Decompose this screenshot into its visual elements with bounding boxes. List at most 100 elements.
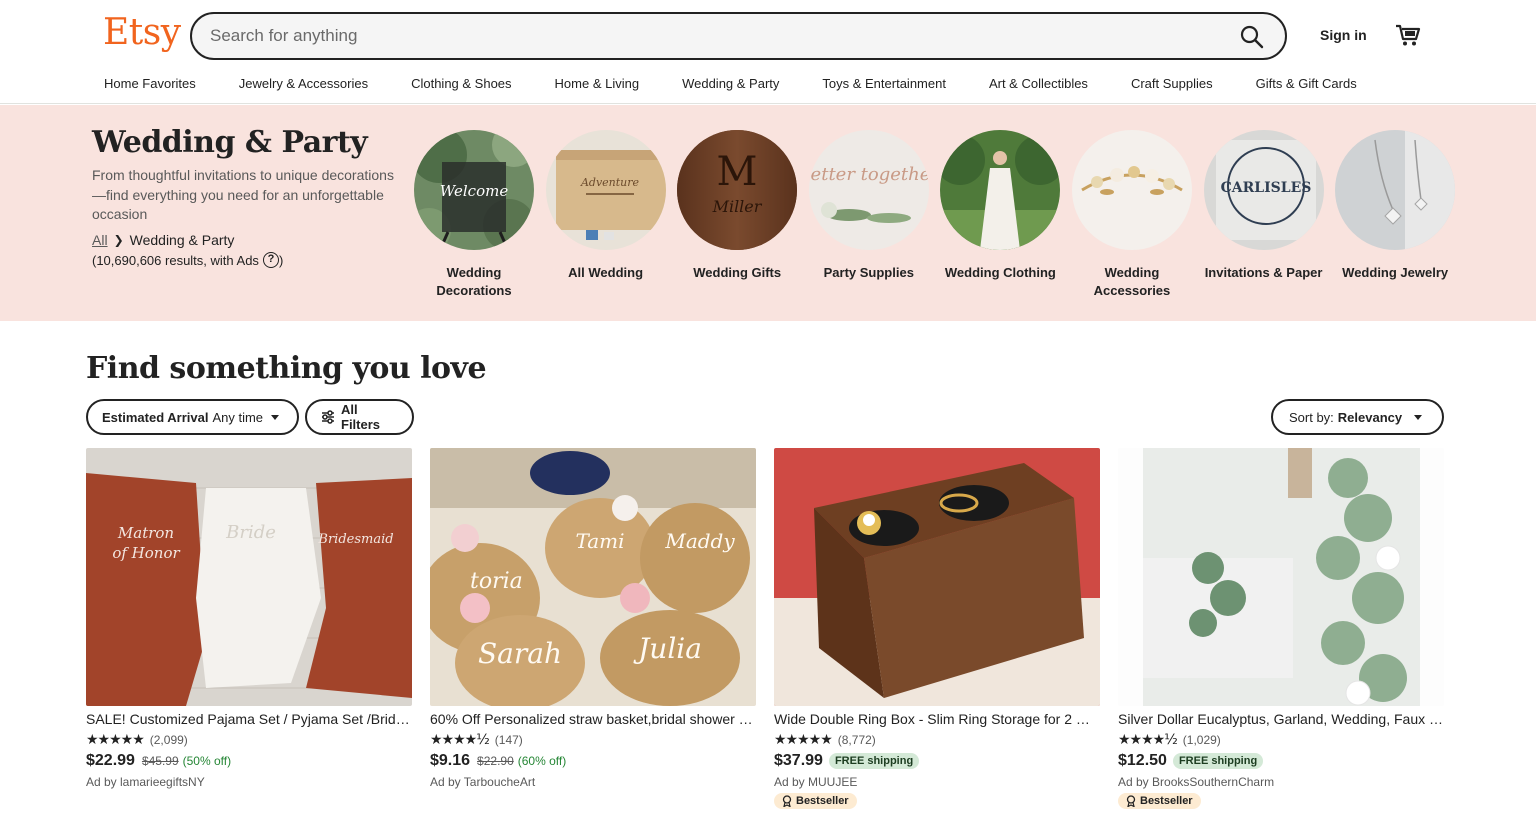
subcategory-wedding-accessories[interactable]: Wedding Accessories (1071, 130, 1192, 300)
filter-arrival-value: Any time (212, 409, 264, 425)
sign-in-link[interactable]: Sign in (1320, 27, 1367, 43)
subcategory-image: Adventure (545, 130, 666, 250)
seller-name: Ad by lamarieegiftsNY (86, 775, 205, 789)
sort-label: Sort by: (1289, 409, 1334, 425)
star-rating-icon: ★★★★½ (1118, 732, 1178, 748)
svg-text:Bridesmaid: Bridesmaid (317, 532, 393, 547)
subcategory-party-supplies[interactable]: better together Party Supplies (808, 130, 929, 300)
product-card[interactable]: Matron of Honor Bride Bridesmaid SALE! C… (86, 448, 412, 789)
review-count: (1,029) (1182, 733, 1221, 747)
product-card[interactable]: toria Tami Maddy Sarah Julia 60% Off Per… (430, 448, 756, 789)
sort-dropdown[interactable]: Sort by: Relevancy (1271, 399, 1444, 435)
subcategory-image (940, 130, 1061, 250)
search-input[interactable] (210, 14, 1210, 58)
cart-icon[interactable] (1394, 21, 1422, 49)
caret-down-icon (1414, 414, 1423, 420)
banner-description: From thoughtful invitations to unique de… (92, 167, 394, 222)
nav-gifts-gift-cards[interactable]: Gifts & Gift Cards (1256, 76, 1357, 94)
product-image[interactable] (1118, 448, 1444, 706)
subcategory-list: Welcome Wedding Decorations Adventure Al… (414, 130, 1467, 300)
results-text: (10,690,606 results, with Ads (92, 252, 259, 268)
star-rating-icon: ★★★★½ (430, 732, 490, 748)
subcategory-wedding-jewelry[interactable]: Wedding Jewelry (1335, 130, 1456, 300)
breadcrumb-current: Wedding & Party (129, 232, 235, 248)
star-rating-icon: ★★★★★ (774, 732, 833, 748)
svg-text:Julia: Julia (633, 632, 702, 665)
nav-clothing-shoes[interactable]: Clothing & Shoes (411, 76, 511, 94)
filter-arrival-label: Estimated Arrival (102, 409, 209, 425)
svg-text:toria: toria (470, 569, 523, 594)
svg-text:of Honor: of Honor (112, 544, 180, 562)
product-title[interactable]: SALE! Customized Pajama Set / Pyjama Set… (86, 711, 412, 727)
product-card[interactable]: Wide Double Ring Box - Slim Ring Storage… (774, 448, 1100, 812)
subcategory-wedding-decorations[interactable]: Welcome Wedding Decorations (414, 130, 534, 300)
svg-text:Tami: Tami (575, 529, 624, 553)
breadcrumb: All ❯ Wedding & Party (92, 232, 234, 248)
subcategory-image (1335, 130, 1456, 250)
star-rating-icon: ★★★★★ (86, 732, 145, 748)
free-shipping-badge: FREE shipping (828, 753, 920, 769)
nav-home-favorites[interactable]: Home Favorites (104, 76, 196, 94)
product-title[interactable]: Silver Dollar Eucalyptus, Garland, Weddi… (1118, 711, 1444, 727)
seller-name: Ad by MUUJEE (774, 775, 858, 789)
product-image[interactable]: toria Tami Maddy Sarah Julia (430, 448, 756, 706)
original-price: $45.99 (141, 754, 179, 768)
discount-percent: (50% off) (182, 754, 232, 768)
subcategory-image: M Miller (677, 130, 798, 250)
subcategory-image-text: Miller (712, 197, 763, 216)
nav-jewelry-accessories[interactable]: Jewelry & Accessories (239, 76, 368, 94)
price-row: $12.50 FREE shipping (1118, 752, 1444, 770)
section-title: Find something you love (86, 351, 487, 386)
product-rating: ★★★★½ (147) (430, 732, 756, 748)
bestseller-badge: Bestseller (1118, 793, 1201, 809)
question-icon[interactable]: ? (262, 252, 279, 268)
svg-text:Matron: Matron (117, 524, 174, 542)
subcategory-image: Welcome (414, 130, 534, 250)
site-header: Etsy Sign in Home Favorites Jewelry & Ac… (0, 0, 1536, 104)
product-title[interactable]: 60% Off Personalized straw basket,bridal… (430, 711, 756, 727)
subcategory-label: All Wedding (568, 265, 644, 280)
subcategory-label: Wedding Accessories (1093, 265, 1171, 298)
product-price: $12.50 (1118, 752, 1167, 769)
estimated-arrival-filter[interactable]: Estimated Arrival Any time (86, 399, 299, 435)
nav-toys-entertainment[interactable]: Toys & Entertainment (822, 76, 946, 94)
search-bar (190, 12, 1287, 60)
award-icon (1126, 795, 1136, 807)
svg-text:Sarah: Sarah (478, 637, 562, 670)
all-filters-button[interactable]: All Filters (305, 399, 414, 435)
subcategory-image: better together (808, 130, 929, 250)
seller-name: Ad by TarboucheArt (430, 775, 536, 789)
nav-art-collectibles[interactable]: Art & Collectibles (989, 76, 1088, 94)
breadcrumb-all-link[interactable]: All (92, 232, 108, 248)
seller-name: Ad by BrooksSouthernCharm (1118, 775, 1275, 789)
product-price: $9.16 (430, 752, 471, 769)
subcategory-invitations-paper[interactable]: CARLISLES Invitations & Paper (1203, 130, 1324, 300)
subcategory-wedding-clothing[interactable]: Wedding Clothing (940, 130, 1061, 300)
product-rating: ★★★★★ (2,099) (86, 732, 412, 748)
nav-craft-supplies[interactable]: Craft Supplies (1131, 76, 1213, 94)
award-icon (782, 795, 792, 807)
product-title[interactable]: Wide Double Ring Box - Slim Ring Storage… (774, 711, 1100, 727)
review-count: (8,772) (837, 733, 876, 747)
category-nav: Home Favorites Jewelry & Accessories Clo… (104, 76, 1357, 94)
nav-wedding-party[interactable]: Wedding & Party (682, 76, 779, 94)
category-banner: Wedding & Party From thoughtful invitati… (0, 105, 1536, 321)
product-card[interactable]: Silver Dollar Eucalyptus, Garland, Weddi… (1118, 448, 1444, 812)
search-icon[interactable] (1239, 24, 1265, 50)
subcategory-label: Invitations & Paper (1204, 265, 1323, 280)
nav-home-living[interactable]: Home & Living (555, 76, 640, 94)
chevron-right-icon: ❯ (113, 233, 124, 247)
subcategory-all-wedding[interactable]: Adventure All Wedding (545, 130, 666, 300)
subcategory-wedding-gifts[interactable]: M Miller Wedding Gifts (677, 130, 798, 300)
product-image[interactable]: Matron of Honor Bride Bridesmaid (86, 448, 412, 706)
subcategory-image-text: Welcome (440, 182, 509, 200)
price-row: $37.99 FREE shipping (774, 752, 1100, 770)
svg-text:Maddy: Maddy (664, 529, 735, 553)
subcategory-label: Party Supplies (823, 265, 914, 280)
product-image[interactable] (774, 448, 1100, 706)
etsy-logo[interactable]: Etsy (103, 12, 181, 53)
product-rating: ★★★★½ (1,029) (1118, 732, 1444, 748)
subcategory-image: CARLISLES (1203, 130, 1324, 250)
results-count: (10,690,606 results, with Ads ? ) (92, 252, 283, 268)
subcategory-image-text: CARLISLES (1220, 180, 1311, 196)
